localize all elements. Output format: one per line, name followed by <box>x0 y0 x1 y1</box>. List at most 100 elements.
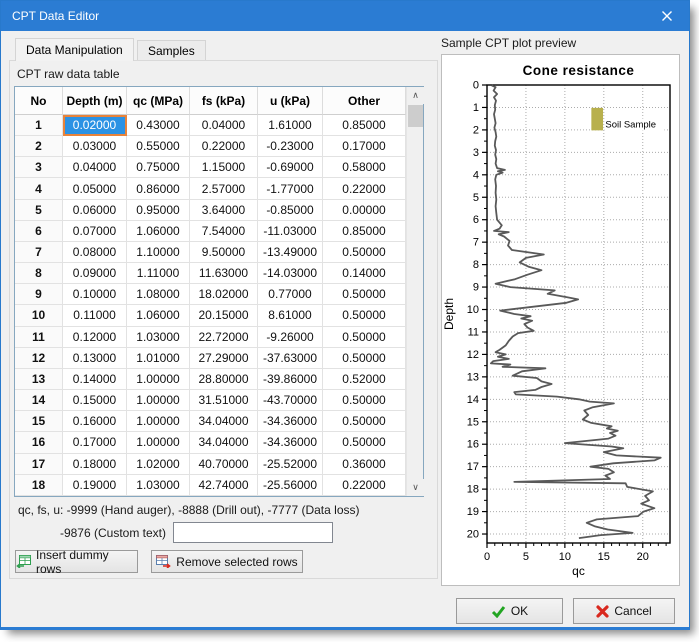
data-cell[interactable]: 0.07000 <box>63 221 127 242</box>
data-cell[interactable]: 0.13000 <box>63 348 127 369</box>
data-cell[interactable]: 22.72000 <box>190 327 258 348</box>
data-cell[interactable]: 0.08000 <box>63 242 127 263</box>
cancel-button[interactable]: Cancel <box>573 598 675 624</box>
column-header[interactable]: Other <box>323 87 406 115</box>
data-cell[interactable]: 0.43000 <box>127 115 190 136</box>
data-cell[interactable]: 1.00000 <box>127 390 190 411</box>
data-cell[interactable]: 1.61000 <box>258 115 323 136</box>
row-number-cell[interactable]: 13 <box>15 369 63 390</box>
data-cell[interactable]: 3.64000 <box>190 200 258 221</box>
data-cell[interactable]: 0.77000 <box>258 284 323 305</box>
remove-selected-rows-button[interactable]: Remove selected rows <box>151 550 303 573</box>
data-cell[interactable]: 0.17000 <box>63 432 127 453</box>
data-cell[interactable]: 1.00000 <box>127 369 190 390</box>
table-scrollbar[interactable]: ∧ ∨ <box>406 87 423 496</box>
data-cell[interactable]: 0.16000 <box>63 411 127 432</box>
data-cell[interactable]: 0.15000 <box>63 390 127 411</box>
data-cell[interactable]: 1.10000 <box>127 242 190 263</box>
data-cell[interactable]: 0.50000 <box>323 242 406 263</box>
data-cell[interactable]: 0.17000 <box>323 136 406 157</box>
data-cell[interactable]: -0.69000 <box>258 157 323 178</box>
data-cell[interactable]: -0.85000 <box>258 200 323 221</box>
data-cell[interactable]: -43.70000 <box>258 390 323 411</box>
data-cell[interactable]: 1.03000 <box>127 327 190 348</box>
tab-data-manipulation[interactable]: Data Manipulation <box>15 38 134 61</box>
tab-samples[interactable]: Samples <box>137 40 206 60</box>
data-cell[interactable]: 0.85000 <box>323 221 406 242</box>
data-cell[interactable]: -9.26000 <box>258 327 323 348</box>
data-cell[interactable]: 0.50000 <box>323 284 406 305</box>
data-cell[interactable]: -39.86000 <box>258 369 323 390</box>
data-cell[interactable]: 0.22000 <box>323 475 406 496</box>
data-cell[interactable]: 42.74000 <box>190 475 258 496</box>
row-number-cell[interactable]: 1 <box>15 115 63 136</box>
column-header[interactable]: Depth (m) <box>63 87 127 115</box>
data-cell[interactable]: 0.19000 <box>63 475 127 496</box>
row-number-cell[interactable]: 15 <box>15 411 63 432</box>
data-cell[interactable]: 0.04000 <box>190 115 258 136</box>
data-cell[interactable]: 40.70000 <box>190 454 258 475</box>
row-number-cell[interactable]: 6 <box>15 221 63 242</box>
data-cell[interactable]: 34.04000 <box>190 432 258 453</box>
data-cell[interactable]: 0.03000 <box>63 136 127 157</box>
row-number-cell[interactable]: 16 <box>15 432 63 453</box>
data-cell[interactable]: 0.09000 <box>63 263 127 284</box>
data-cell[interactable]: 0.75000 <box>127 157 190 178</box>
data-cell[interactable]: 8.61000 <box>258 305 323 326</box>
row-number-cell[interactable]: 17 <box>15 454 63 475</box>
data-cell[interactable]: -25.56000 <box>258 475 323 496</box>
row-number-cell[interactable]: 7 <box>15 242 63 263</box>
data-cell[interactable]: 0.22000 <box>190 136 258 157</box>
data-cell[interactable]: 1.08000 <box>127 284 190 305</box>
data-cell[interactable]: 0.00000 <box>323 200 406 221</box>
column-header[interactable]: fs (kPa) <box>190 87 258 115</box>
data-cell[interactable]: 0.95000 <box>127 200 190 221</box>
data-cell[interactable]: -14.03000 <box>258 263 323 284</box>
data-cell[interactable]: 0.11000 <box>63 305 127 326</box>
data-cell[interactable]: -11.03000 <box>258 221 323 242</box>
data-cell[interactable]: 0.58000 <box>323 157 406 178</box>
data-cell[interactable]: 0.05000 <box>63 178 127 199</box>
ok-button[interactable]: OK <box>456 598 563 624</box>
data-cell[interactable]: 0.04000 <box>63 157 127 178</box>
row-number-cell[interactable]: 2 <box>15 136 63 157</box>
data-cell[interactable]: -34.36000 <box>258 432 323 453</box>
row-number-cell[interactable]: 5 <box>15 200 63 221</box>
row-number-cell[interactable]: 10 <box>15 305 63 326</box>
data-cell[interactable]: 1.15000 <box>190 157 258 178</box>
data-cell[interactable]: 1.03000 <box>127 475 190 496</box>
data-cell[interactable]: 7.54000 <box>190 221 258 242</box>
data-cell[interactable]: 18.02000 <box>190 284 258 305</box>
data-cell[interactable]: 1.06000 <box>127 305 190 326</box>
data-cell[interactable]: 0.18000 <box>63 454 127 475</box>
data-cell[interactable]: 0.52000 <box>323 369 406 390</box>
data-cell[interactable]: 27.29000 <box>190 348 258 369</box>
row-number-cell[interactable]: 4 <box>15 178 63 199</box>
data-cell[interactable]: 0.36000 <box>323 454 406 475</box>
custom-text-input[interactable] <box>173 522 333 543</box>
data-cell[interactable]: 0.06000 <box>63 200 127 221</box>
data-cell[interactable]: 9.50000 <box>190 242 258 263</box>
data-cell[interactable]: 0.50000 <box>323 432 406 453</box>
data-cell[interactable]: -13.49000 <box>258 242 323 263</box>
data-cell[interactable]: 0.12000 <box>63 327 127 348</box>
row-number-cell[interactable]: 12 <box>15 348 63 369</box>
data-cell[interactable]: 1.01000 <box>127 348 190 369</box>
titlebar[interactable]: CPT Data Editor <box>1 1 689 31</box>
data-cell[interactable]: 0.50000 <box>323 327 406 348</box>
data-cell[interactable]: 0.50000 <box>323 411 406 432</box>
data-cell[interactable]: 1.00000 <box>127 411 190 432</box>
data-cell[interactable]: -1.77000 <box>258 178 323 199</box>
data-cell[interactable]: 0.85000 <box>323 115 406 136</box>
data-cell[interactable]: 20.15000 <box>190 305 258 326</box>
row-number-cell[interactable]: 3 <box>15 157 63 178</box>
data-cell[interactable]: 28.80000 <box>190 369 258 390</box>
data-cell[interactable]: 0.50000 <box>323 390 406 411</box>
row-number-cell[interactable]: 8 <box>15 263 63 284</box>
data-cell[interactable]: -34.36000 <box>258 411 323 432</box>
insert-dummy-rows-button[interactable]: Insert dummy rows <box>15 550 138 573</box>
data-cell[interactable]: 0.55000 <box>127 136 190 157</box>
row-number-cell[interactable]: 9 <box>15 284 63 305</box>
data-cell[interactable]: 1.02000 <box>127 454 190 475</box>
close-button[interactable] <box>644 1 689 31</box>
